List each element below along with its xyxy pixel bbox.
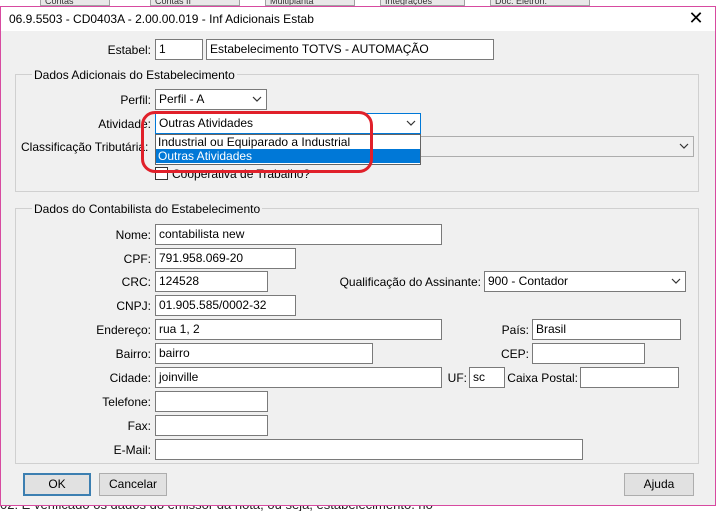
cpf-field[interactable]: 791.958.069-20 — [155, 248, 296, 269]
email-field[interactable] — [155, 439, 583, 460]
telefone-field[interactable] — [155, 391, 268, 412]
crc-field[interactable]: 124528 — [155, 271, 268, 292]
email-label: E-Mail: — [113, 443, 151, 457]
nome-label: Nome: — [115, 228, 151, 242]
fax-label: Fax: — [127, 419, 151, 433]
fax-field[interactable] — [155, 415, 268, 436]
cnpj-field[interactable]: 01.905.585/0002-32 — [155, 295, 296, 316]
cep-field[interactable] — [532, 343, 645, 364]
caixa-postal-field[interactable] — [580, 367, 679, 388]
estabel-name-field[interactable]: Estabelecimento TOTVS - AUTOMAÇÃO — [206, 39, 494, 60]
dialog-inf-adicionais: 06.9.5503 - CD0403A - 2.00.00.019 - Inf … — [0, 6, 716, 506]
pais-field[interactable]: Brasil — [532, 319, 681, 340]
chevron-down-icon — [406, 120, 416, 126]
bairro-label: Bairro: — [115, 347, 151, 361]
qualificacao-label: Qualificação do Assinante: — [339, 275, 481, 289]
perfil-label: Perfil: — [120, 93, 151, 107]
cancelar-button[interactable]: Cancelar — [99, 473, 167, 496]
cpf-label: CPF: — [123, 252, 151, 266]
cnpj-label: CNPJ: — [116, 299, 151, 313]
bairro-field[interactable]: bairro — [155, 343, 373, 364]
caixa-postal-label: Caixa Postal: — [507, 371, 578, 385]
annotation-ring — [141, 111, 373, 173]
qualificacao-select-value: 900 - Contador — [488, 274, 569, 288]
ok-button[interactable]: OK — [23, 473, 91, 496]
pais-label: País: — [501, 323, 529, 337]
estabel-label: Estabel: — [107, 43, 151, 57]
title-bar: 06.9.5503 - CD0403A - 2.00.00.019 - Inf … — [1, 7, 715, 31]
chevron-down-icon — [671, 278, 681, 284]
close-icon[interactable]: ✕ — [681, 7, 711, 31]
cidade-field[interactable]: joinville — [155, 367, 442, 388]
qualificacao-select[interactable]: 900 - Contador — [484, 271, 686, 292]
cidade-label: Cidade: — [109, 371, 151, 385]
chevron-down-icon — [252, 96, 262, 102]
endereco-field[interactable]: rua 1, 2 — [155, 319, 442, 340]
uf-field[interactable]: sc — [469, 367, 505, 388]
estabel-code-field[interactable]: 1 — [155, 39, 203, 60]
nome-field[interactable]: contabilista new — [155, 224, 442, 245]
endereco-label: Endereço: — [96, 323, 151, 337]
classificacao-label: Classificação Tributária: — [21, 140, 149, 154]
telefone-label: Telefone: — [102, 395, 151, 409]
chevron-down-icon — [679, 143, 689, 149]
crc-label: CRC: — [121, 275, 151, 289]
ajuda-button[interactable]: Ajuda — [624, 473, 694, 496]
perfil-select[interactable]: Perfil - A — [155, 89, 267, 110]
uf-label: UF: — [447, 371, 467, 385]
window-title: 06.9.5503 - CD0403A - 2.00.00.019 - Inf … — [9, 12, 314, 26]
atividade-label: Atividade: — [98, 117, 151, 131]
group-dados-adicionais-title: Dados Adicionais do Estabelecimento — [32, 68, 237, 82]
cep-label: CEP: — [500, 347, 529, 361]
group-contabilista-title: Dados do Contabilista do Estabelecimento — [32, 202, 263, 216]
perfil-select-value: Perfil - A — [159, 92, 205, 106]
